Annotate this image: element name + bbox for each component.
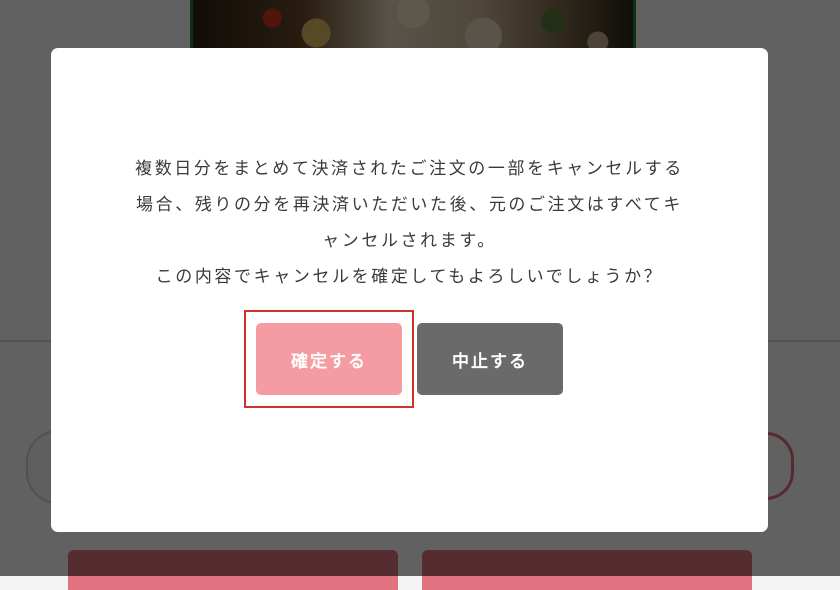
cancel-confirm-dialog: 複数日分をまとめて決済されたご注文の一部をキャンセルする 場合、残りの分を再決済…	[51, 48, 768, 532]
confirm-button[interactable]: 確定する	[256, 323, 402, 395]
dialog-message: 複数日分をまとめて決済されたご注文の一部をキャンセルする 場合、残りの分を再決済…	[51, 151, 768, 295]
dialog-message-line: 複数日分をまとめて決済されたご注文の一部をキャンセルする	[135, 159, 684, 179]
dialog-message-line: ャンセルされます。	[322, 231, 497, 251]
dialog-message-line: この内容でキャンセルを確定してもよろしいでしょうか？	[155, 267, 664, 287]
dialog-message-line: 場合、残りの分を再決済いただいた後、元のご注文はすべてキ	[136, 195, 683, 215]
cancel-button[interactable]: 中止する	[417, 323, 563, 395]
